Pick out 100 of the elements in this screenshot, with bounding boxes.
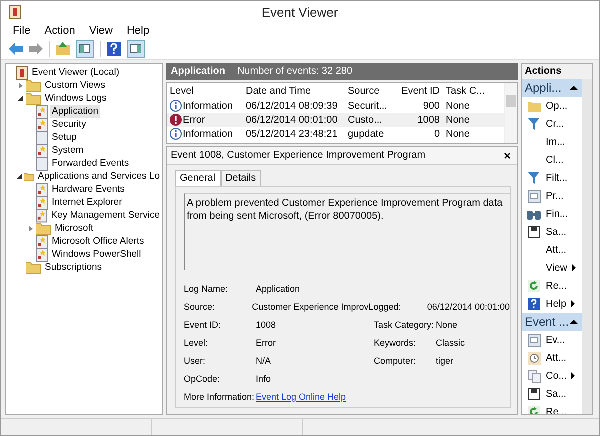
command-link[interactable]: Fin... <box>546 208 568 220</box>
table-cell-text: None <box>446 114 471 126</box>
group-title: Event ... <box>525 315 570 329</box>
command-link[interactable]: Cl... <box>546 154 564 166</box>
tree-item[interactable]: Application <box>50 105 100 118</box>
command-link[interactable]: Filt... <box>546 172 568 184</box>
level-text: Information <box>183 100 234 112</box>
command-link[interactable]: Op... <box>546 100 568 112</box>
actions-title: Actions <box>522 64 592 79</box>
action-group-header[interactable]: Appli... <box>522 79 582 97</box>
event-count: Number of events: 32 280 <box>237 66 353 77</box>
table-cell-text: 05/12/2014 23:48:21 <box>246 128 339 140</box>
command-link[interactable]: Ev... <box>546 334 566 346</box>
field-value: Error <box>256 338 277 348</box>
tree-item[interactable]: Security <box>50 118 88 131</box>
tree-item[interactable]: Key Management Service <box>49 209 162 222</box>
log-icon <box>36 182 48 196</box>
scrollbar[interactable] <box>582 79 592 414</box>
tree-item[interactable]: Microsoft Office Alerts <box>50 235 146 248</box>
collapse-arrow-icon[interactable] <box>570 320 578 324</box>
command-link[interactable]: Att... <box>546 244 567 256</box>
column-header[interactable]: Date and Time <box>246 86 348 96</box>
command-link[interactable]: View <box>546 262 568 274</box>
help-icon[interactable] <box>107 42 121 56</box>
field-value: Info <box>256 374 272 384</box>
column-header[interactable]: Event ID <box>396 86 446 96</box>
tree-item[interactable]: Forwarded Events <box>50 157 132 170</box>
log-icon <box>36 196 48 210</box>
tree-item[interactable]: Internet Explorer <box>50 196 124 209</box>
pane-icon[interactable] <box>76 40 94 58</box>
log-icon <box>36 104 48 118</box>
tree-item[interactable]: Hardware Events <box>50 183 127 196</box>
event-row[interactable]: Error 06/12/2014 00:01:00 Custo... 1008 None <box>167 113 504 127</box>
up-folder-icon[interactable] <box>56 42 70 56</box>
menu-item[interactable]: View <box>89 25 113 37</box>
event-row[interactable]: Information 06/12/2014 08:09:39 Securit... 900 None <box>167 99 504 113</box>
info-icon <box>170 128 182 140</box>
field-label: Event ID: <box>184 320 222 330</box>
column-header[interactable]: Level <box>170 86 246 96</box>
column-header[interactable]: Source <box>348 86 396 96</box>
close-button[interactable]: × <box>502 148 513 162</box>
menu-item[interactable]: Action <box>44 25 76 37</box>
command-link[interactable]: Cr... <box>546 118 564 130</box>
tab[interactable]: General <box>175 170 221 186</box>
app-icon <box>9 5 21 19</box>
level-text: Information <box>183 128 234 140</box>
properties-icon <box>528 334 540 346</box>
help-link[interactable]: Event Log Online Help <box>256 392 374 402</box>
collapse-arrow-icon[interactable] <box>570 86 578 90</box>
field-label: Keywords: <box>374 338 418 348</box>
command-link[interactable]: Sa... <box>546 388 567 400</box>
command-link[interactable]: Co... <box>546 370 568 382</box>
field-label: More Information: <box>184 392 256 402</box>
command-link[interactable]: Im... <box>546 136 566 148</box>
command-link[interactable]: Sa... <box>546 226 567 238</box>
filter-icon <box>528 172 540 184</box>
tree-item[interactable]: Windows PowerShell <box>50 248 144 261</box>
tree-item[interactable]: Event Viewer (Local) <box>30 66 122 79</box>
table-cell-text: 900 <box>422 100 441 112</box>
field-value: Classic <box>436 338 466 348</box>
description-text: A problem prevented Customer Experience Improvement Program data from being sent Microsoft, (Error 80070005). <box>187 198 503 222</box>
folder-icon <box>26 92 41 104</box>
tree-item[interactable]: Subscriptions <box>43 261 104 274</box>
field-label: OpCode: <box>184 374 222 384</box>
scrollbar[interactable] <box>504 83 517 143</box>
table-cell-text: Custo... <box>348 114 384 126</box>
tree-item[interactable]: Microsoft <box>53 222 96 235</box>
log-icon <box>36 118 48 132</box>
level-text: Error <box>183 114 206 126</box>
tree-item[interactable]: Custom Views <box>43 79 108 92</box>
back-icon[interactable] <box>9 43 23 55</box>
forward-icon[interactable] <box>29 43 43 55</box>
log-icon <box>36 248 48 262</box>
command-link[interactable]: Re... <box>546 280 568 292</box>
tree-item[interactable]: Setup <box>50 131 79 144</box>
folder-icon <box>528 100 540 112</box>
command-link[interactable]: Att... <box>546 352 567 364</box>
error-icon <box>170 114 182 126</box>
field-value: Application <box>256 284 302 294</box>
clock-icon <box>528 352 540 364</box>
command-link[interactable]: Help <box>546 298 567 310</box>
window-title: Event Viewer <box>262 4 338 20</box>
event-row[interactable]: Information 05/12/2014 23:48:21 gupdate 0 None <box>167 127 504 141</box>
command-link[interactable]: Pr... <box>546 190 564 202</box>
table-cell-text: 1008 <box>416 114 441 126</box>
pane-icon[interactable] <box>127 40 145 58</box>
menu-item[interactable]: File <box>13 25 31 37</box>
action-group-header[interactable]: Event ... <box>522 313 582 331</box>
table-cell-text: 06/12/2014 08:09:39 <box>246 100 339 112</box>
tree-item[interactable]: Applications and Services Lo <box>36 170 162 183</box>
field-label: Source: <box>184 302 216 312</box>
help-icon <box>528 298 540 310</box>
table-cell-text: gupdate <box>348 128 386 140</box>
column-header[interactable]: Task C... <box>446 86 496 96</box>
tree-item[interactable]: Windows Logs <box>43 92 109 105</box>
menu-item[interactable]: Help <box>126 25 150 37</box>
tab[interactable]: Details <box>220 170 262 186</box>
save-icon <box>528 226 540 238</box>
tree-item[interactable]: System <box>50 144 86 157</box>
field-label: Log Name: <box>184 284 230 294</box>
